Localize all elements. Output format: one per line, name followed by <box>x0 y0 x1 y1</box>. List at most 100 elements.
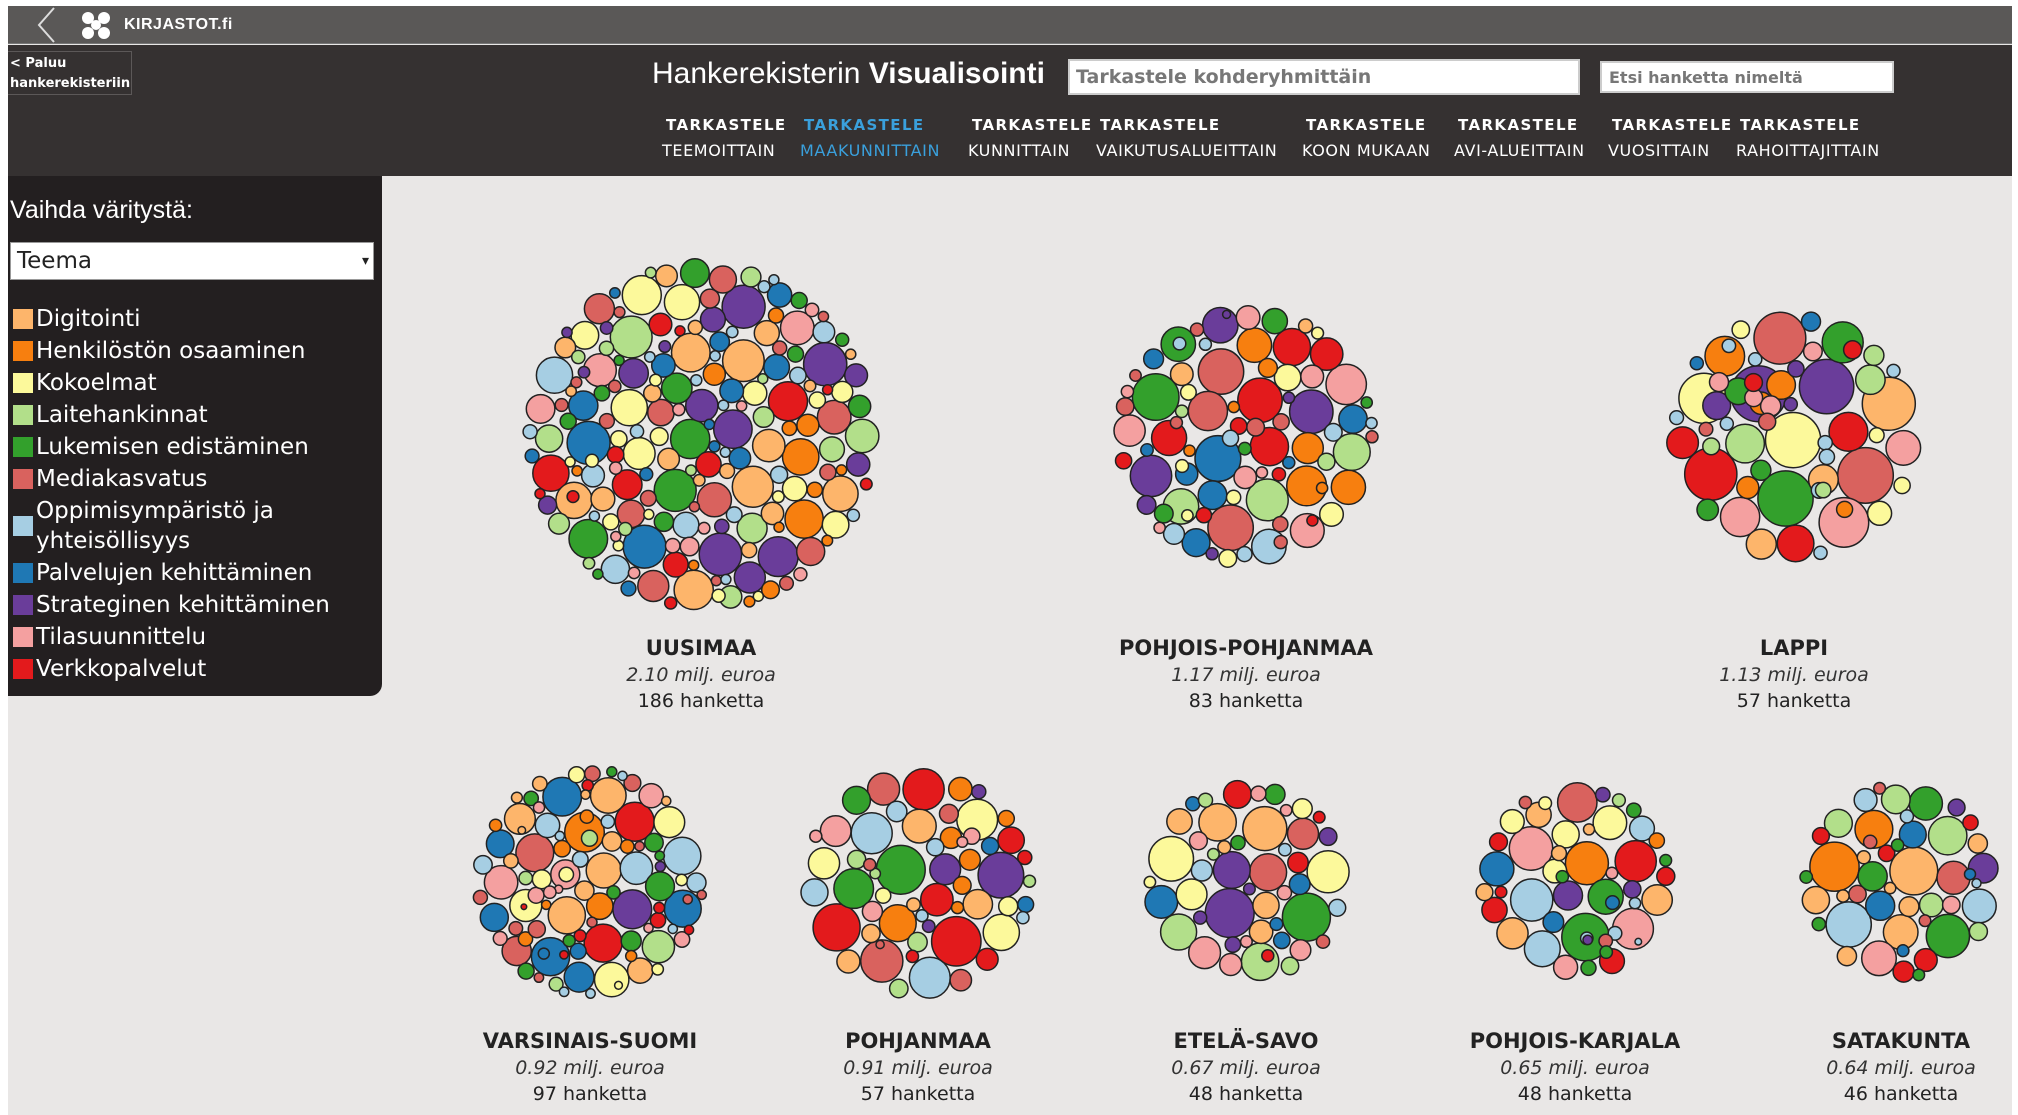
project-bubble[interactable] <box>1604 895 1621 911</box>
project-bubble[interactable] <box>1862 834 1878 850</box>
project-bubble[interactable] <box>1291 797 1313 820</box>
project-bubble[interactable] <box>1143 875 1157 889</box>
project-bubble[interactable] <box>809 829 823 843</box>
project-bubble[interactable] <box>1185 796 1201 812</box>
project-bubble[interactable] <box>808 391 827 409</box>
project-bubble[interactable] <box>836 949 861 974</box>
project-bubble[interactable] <box>667 923 679 935</box>
project-bubble[interactable] <box>1225 489 1242 506</box>
project-bubble[interactable] <box>524 448 540 464</box>
project-bubble[interactable] <box>584 453 600 468</box>
project-bubble[interactable] <box>534 487 546 500</box>
project-bubble[interactable] <box>1963 867 1977 881</box>
project-bubble[interactable] <box>520 903 528 911</box>
project-bubble[interactable] <box>1825 901 1873 948</box>
project-bubble[interactable] <box>613 305 626 319</box>
project-bubble[interactable] <box>558 986 570 998</box>
project-bubble[interactable] <box>821 510 850 539</box>
project-bubble[interactable] <box>1967 833 1989 854</box>
project-bubble[interactable] <box>771 490 785 504</box>
project-bubble[interactable] <box>1842 340 1863 360</box>
project-bubble[interactable] <box>1297 318 1314 334</box>
project-bubble[interactable] <box>1115 397 1135 417</box>
project-bubble[interactable] <box>654 850 666 862</box>
project-bubble[interactable] <box>1204 887 1255 939</box>
project-bubble[interactable] <box>1745 528 1778 560</box>
project-bubble[interactable] <box>930 915 982 967</box>
project-bubble[interactable] <box>784 499 824 539</box>
project-bubble[interactable] <box>634 840 646 852</box>
project-bubble[interactable] <box>845 452 871 477</box>
project-bubble[interactable] <box>1271 466 1287 482</box>
project-bubble[interactable] <box>795 536 826 567</box>
project-bubble[interactable] <box>859 477 873 491</box>
project-bubble[interactable] <box>567 765 586 784</box>
project-bubble[interactable] <box>841 785 872 815</box>
project-bubble[interactable] <box>1863 344 1885 367</box>
project-bubble[interactable] <box>577 365 591 379</box>
project-bubble[interactable] <box>1153 521 1166 535</box>
project-bubble[interactable] <box>579 809 595 824</box>
project-bubble[interactable] <box>675 873 689 887</box>
project-bubble[interactable] <box>686 872 707 893</box>
project-bubble[interactable] <box>1736 475 1760 500</box>
project-bubble[interactable] <box>525 393 556 424</box>
project-bubble[interactable] <box>1235 304 1261 331</box>
project-bubble[interactable] <box>1799 870 1814 884</box>
project-bubble[interactable] <box>696 889 708 901</box>
project-bubble[interactable] <box>846 849 867 870</box>
project-bubble[interactable] <box>600 554 631 585</box>
project-bubble[interactable] <box>627 566 641 580</box>
project-bubble[interactable] <box>488 818 503 833</box>
project-bubble[interactable] <box>1272 931 1291 950</box>
project-bubble[interactable] <box>1218 952 1243 977</box>
project-bubble[interactable] <box>718 462 736 480</box>
project-bubble[interactable] <box>602 513 620 531</box>
project-bubble[interactable] <box>565 385 578 398</box>
project-bubble[interactable] <box>1328 898 1347 917</box>
project-bubble[interactable] <box>620 930 642 952</box>
project-bubble[interactable] <box>571 850 589 868</box>
project-bubble[interactable] <box>1317 452 1336 471</box>
project-bubble[interactable] <box>1257 357 1279 379</box>
project-bubble[interactable] <box>773 521 785 533</box>
project-bubble[interactable] <box>1188 831 1209 851</box>
project-bubble[interactable] <box>862 857 877 872</box>
project-bubble[interactable] <box>608 461 623 475</box>
project-bubble[interactable] <box>472 889 489 906</box>
project-bubble[interactable] <box>1968 921 1989 942</box>
project-bubble[interactable] <box>768 273 780 286</box>
project-bubble[interactable] <box>1783 396 1799 412</box>
project-bubble[interactable] <box>585 988 596 999</box>
project-bubble[interactable] <box>1555 869 1570 884</box>
project-bubble[interactable] <box>1592 805 1628 841</box>
project-bubble[interactable] <box>624 949 638 963</box>
project-bubble[interactable] <box>1518 795 1533 810</box>
project-bubble[interactable] <box>566 489 580 504</box>
project-bubble[interactable] <box>733 561 767 594</box>
project-bubble[interactable] <box>1230 834 1246 851</box>
project-bubble[interactable] <box>663 283 701 321</box>
project-bubble[interactable] <box>1582 934 1594 946</box>
project-bubble[interactable] <box>1538 796 1553 811</box>
project-bubble[interactable] <box>1798 358 1855 415</box>
project-bubble[interactable] <box>907 931 928 953</box>
project-bubble[interactable] <box>796 413 820 437</box>
project-bubble[interactable] <box>1836 945 1858 967</box>
project-bubble[interactable] <box>1622 880 1642 899</box>
project-bubble[interactable] <box>866 772 901 806</box>
region-cluster[interactable] <box>522 258 880 611</box>
project-bubble[interactable] <box>1918 914 1932 928</box>
project-bubble[interactable] <box>708 440 721 453</box>
project-bubble[interactable] <box>947 776 973 802</box>
project-bubble[interactable] <box>654 264 679 288</box>
project-bubble[interactable] <box>1800 311 1822 332</box>
project-bubble[interactable] <box>1169 362 1194 387</box>
project-bubble[interactable] <box>510 791 524 804</box>
project-bubble[interactable] <box>1236 545 1253 563</box>
project-bubble[interactable] <box>702 362 727 386</box>
project-bubble[interactable] <box>613 980 624 990</box>
project-bubble[interactable] <box>672 402 686 417</box>
project-bubble[interactable] <box>874 887 892 904</box>
project-bubble[interactable] <box>821 534 834 547</box>
